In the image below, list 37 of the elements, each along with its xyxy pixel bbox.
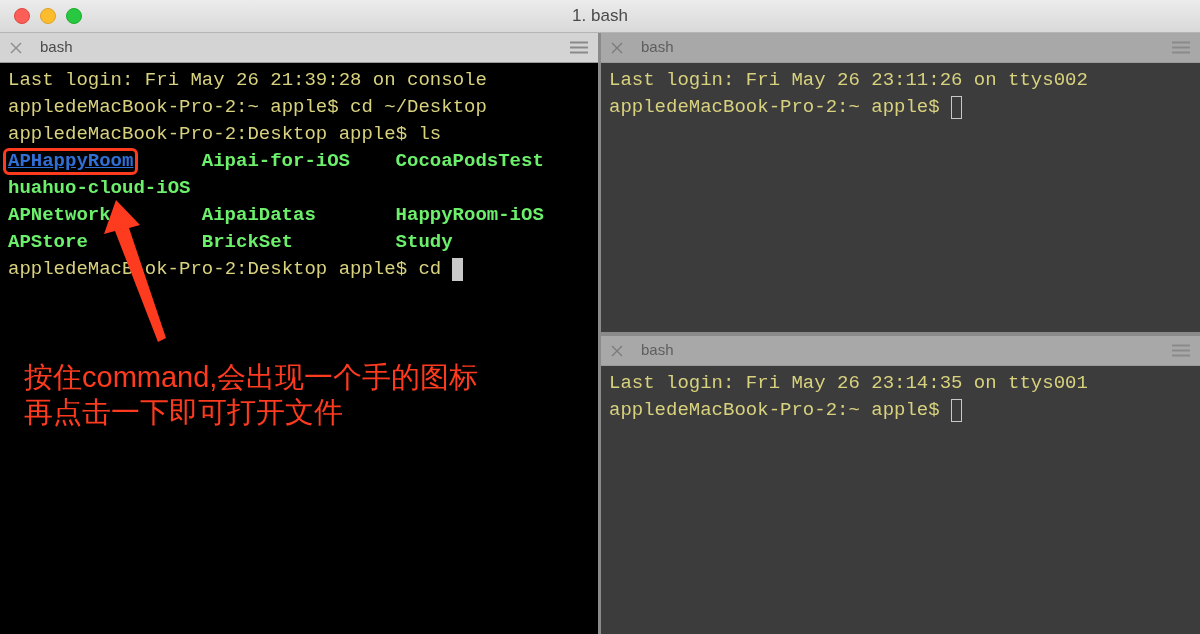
- tab-title: bash: [641, 37, 675, 58]
- output-line: Last login: Fri May 26 23:14:35 on ttys001: [609, 371, 1088, 396]
- file-name: HappyRoom-iOS: [395, 204, 544, 226]
- file-name: Study: [395, 231, 453, 253]
- terminal-area[interactable]: [0, 63, 598, 634]
- pane-tab[interactable]: bash: [0, 33, 598, 63]
- minimize-button[interactable]: [40, 8, 56, 24]
- close-icon[interactable]: [611, 41, 623, 54]
- close-icon[interactable]: [10, 41, 22, 54]
- annotation-text: 再点击一下即可打开文件: [24, 395, 344, 430]
- tab-title: bash: [641, 340, 675, 361]
- output-line: Last login: Fri May 26 21:39:28 on console: [8, 68, 487, 93]
- file-name: CocoaPodsTest: [395, 150, 544, 172]
- menu-icon[interactable]: [1172, 41, 1190, 54]
- zoom-button[interactable]: [66, 8, 82, 24]
- prompt-line: appledeMacBook-Pro-2:~ apple$ cd ~/Desktop: [8, 95, 487, 120]
- file-name: APNetwork: [8, 204, 111, 226]
- file-name: Aipai-for-iOS: [201, 150, 351, 172]
- prompt-line: ok-Pro-2:Desktop apple$ cd: [144, 257, 442, 282]
- file-name: APStore: [8, 231, 88, 253]
- file-name: AipaiDatas: [201, 204, 316, 226]
- window-title: 1. bash: [572, 5, 628, 28]
- annotation-text: 按住command,会出现一个手的图标: [24, 360, 479, 395]
- menu-icon[interactable]: [570, 41, 588, 54]
- output-line: Last login: Fri May 26 23:11:26 on ttys002: [609, 68, 1088, 93]
- prompt-line: appledeMacBook-Pro-2:Desktop apple$ ls: [8, 122, 442, 147]
- file-link[interactable]: APHappyRoom: [8, 150, 134, 172]
- file-name: huahuo-cloud-iOS: [8, 177, 191, 199]
- close-icon[interactable]: [611, 344, 623, 357]
- prompt-line: appledeMacBook-Pro-2:~ apple$: [609, 398, 940, 423]
- terminal-area[interactable]: Last login: Fri May 26 23:11:26 on ttys002 appledeMacBook-Pro-2:~ apple$: [601, 63, 1200, 332]
- tab-title: bash: [40, 37, 74, 58]
- terminal-area[interactable]: Last login: Fri May 26 23:14:35 on ttys001 appledeMacBook-Pro-2:~ apple$: [601, 366, 1200, 634]
- file-name: BrickSet: [201, 231, 293, 253]
- prompt-line: appledeMacBook-Pro-2:~ apple$: [609, 95, 940, 120]
- close-button[interactable]: [14, 8, 30, 24]
- menu-icon[interactable]: [1172, 344, 1190, 357]
